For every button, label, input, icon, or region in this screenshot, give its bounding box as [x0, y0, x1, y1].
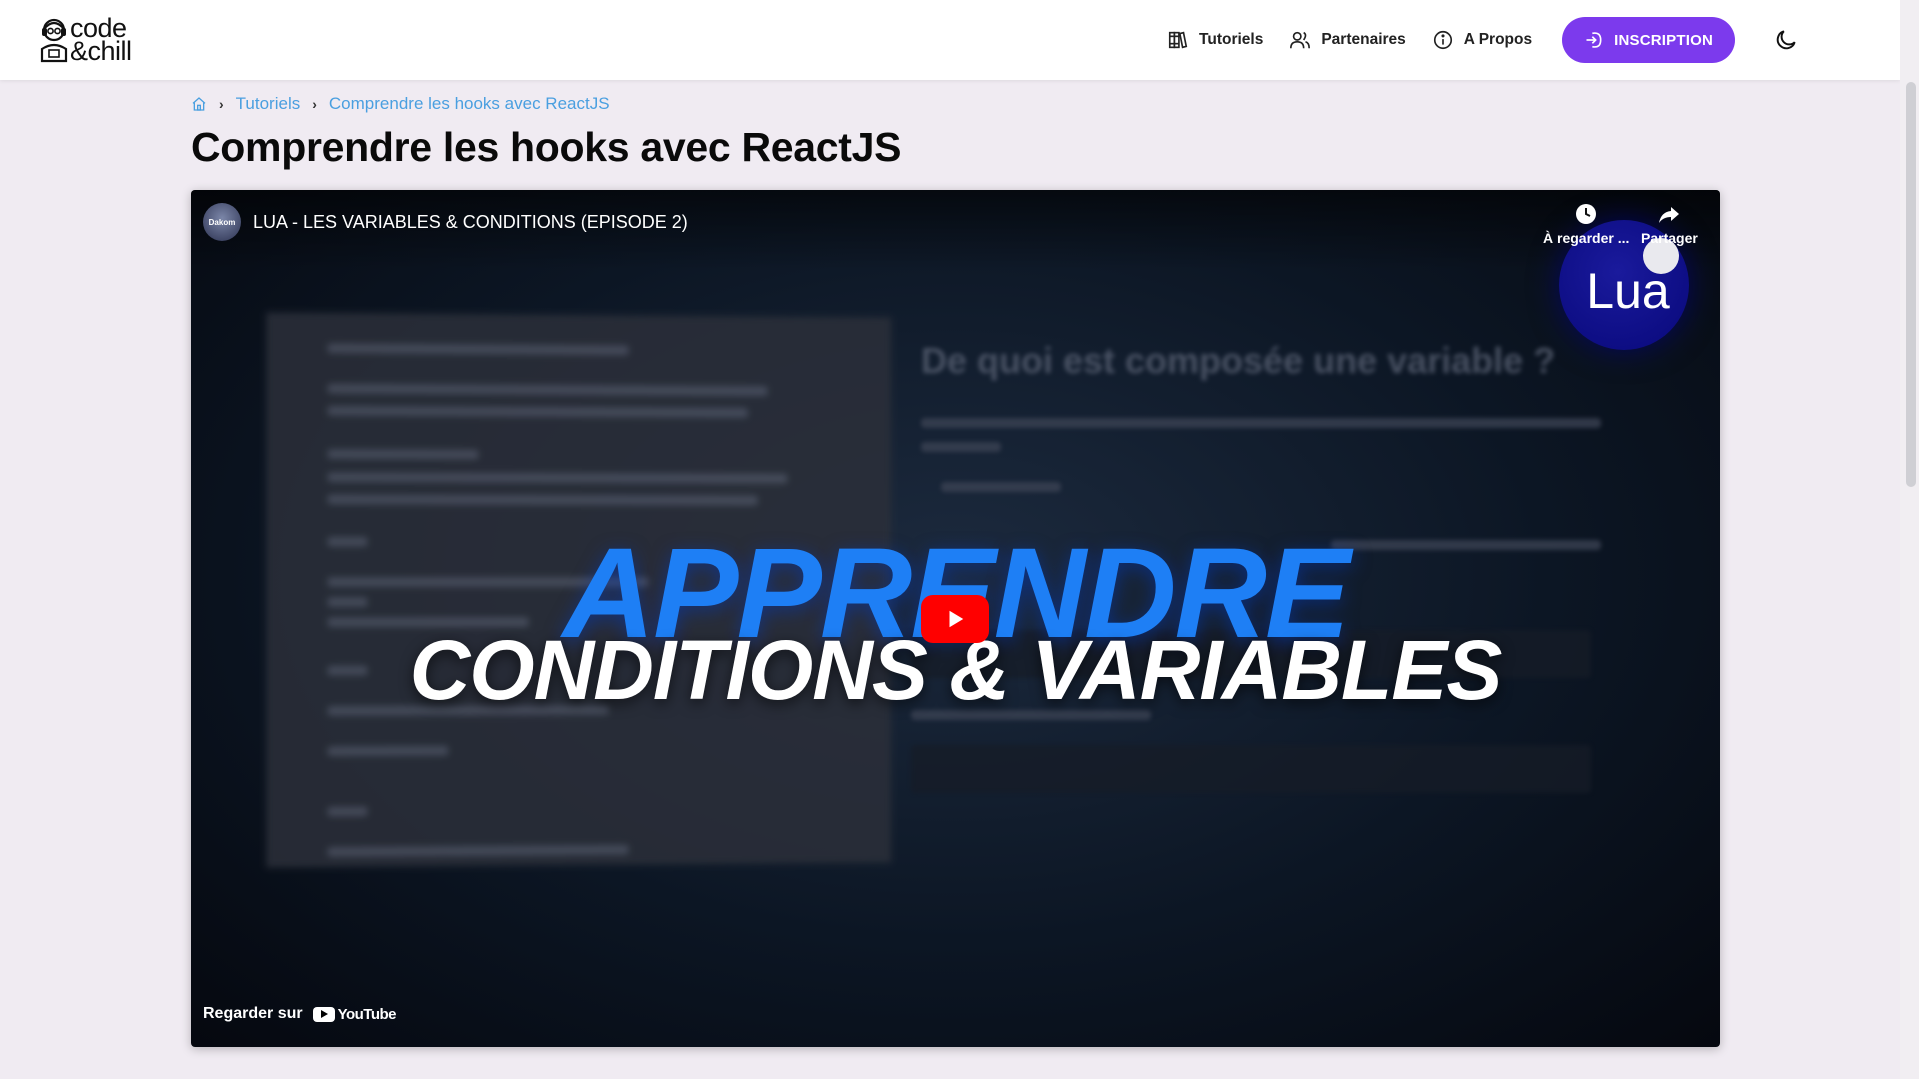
logo-wordmark: code &chill	[70, 15, 132, 66]
mascot-icon	[40, 18, 68, 63]
play-button[interactable]	[921, 595, 989, 643]
login-icon	[1586, 32, 1602, 48]
nav-item-partenaires[interactable]: Partenaires	[1289, 29, 1406, 51]
scrollbar-thumb[interactable]	[1906, 82, 1916, 487]
youtube-logo: YouTube	[312, 1005, 397, 1023]
home-icon[interactable]	[191, 96, 207, 112]
video-title[interactable]: LUA - LES VARIABLES & CONDITIONS (EPISOD…	[253, 212, 688, 233]
watch-later-label: À regarder ...	[1543, 230, 1630, 246]
share-icon	[1659, 207, 1680, 223]
books-icon	[1168, 31, 1188, 49]
play-icon	[949, 610, 964, 628]
clock-icon	[1576, 204, 1597, 224]
page-scrollbar[interactable]	[1900, 0, 1919, 1079]
nav-label: Tutoriels	[1199, 31, 1264, 48]
moon-icon[interactable]	[1773, 27, 1799, 53]
breadcrumb-item-tutoriels[interactable]: Tutoriels	[236, 94, 301, 114]
site-logo[interactable]: code &chill	[38, 15, 132, 66]
inscription-label: INSCRIPTION	[1614, 31, 1713, 49]
watch-on-youtube-link[interactable]: Regarder sur YouTube	[203, 1005, 397, 1023]
watch-on-label: Regarder sur	[203, 1005, 303, 1022]
breadcrumb-separator: ›	[312, 96, 317, 112]
video-player[interactable]: De quoi est composée une variable ? Dako…	[191, 190, 1720, 1047]
thumbnail-doc-heading: De quoi est composée une variable ?	[921, 340, 1556, 381]
breadcrumb-separator: ›	[219, 96, 224, 112]
channel-avatar[interactable]: Dakom	[203, 203, 241, 241]
nav-label: A Propos	[1463, 31, 1533, 48]
share-button[interactable]: Partager	[1641, 202, 1698, 246]
info-icon	[1433, 30, 1452, 50]
nav-item-a-propos[interactable]: A Propos	[1432, 29, 1532, 51]
page-title: Comprendre les hooks avec ReactJS	[191, 124, 902, 170]
site-header: code &chill Tutoriels Partenaires A Prop…	[0, 0, 1900, 80]
inscription-button[interactable]: INSCRIPTION	[1562, 17, 1735, 63]
breadcrumb: › Tutoriels › Comprendre les hooks avec …	[191, 94, 610, 114]
nav-item-tutoriels[interactable]: Tutoriels	[1167, 29, 1263, 51]
main-nav: Tutoriels Partenaires A Propos INSCRIPTI…	[1167, 0, 1900, 80]
youtube-play-icon	[312, 1006, 335, 1022]
nav-label: Partenaires	[1321, 31, 1406, 48]
watch-later-button[interactable]: À regarder ...	[1543, 202, 1629, 246]
logo-line-2: &chill	[70, 36, 132, 66]
share-label: Partager	[1641, 230, 1698, 246]
youtube-wordmark: YouTube	[337, 1005, 397, 1023]
users-icon	[1290, 31, 1311, 49]
breadcrumb-item-current[interactable]: Comprendre les hooks avec ReactJS	[329, 94, 610, 114]
